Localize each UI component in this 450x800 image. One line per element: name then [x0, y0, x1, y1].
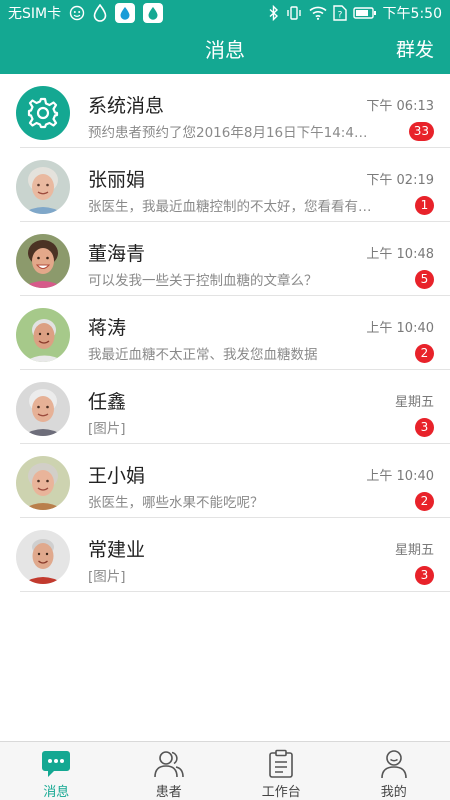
conversation-preview: 预约患者预约了您2016年8月16日下午14:45的挂号: [88, 125, 373, 141]
conversation-preview: 张医生，我最近血糖控制的不太好，您看看有什么办法: [88, 199, 373, 215]
clock: 下午5:50: [382, 6, 442, 22]
conversation-time: 星期五: [394, 543, 434, 558]
app-notification-icon: [143, 3, 164, 23]
gear-icon: [27, 97, 59, 129]
clipboard-icon: [267, 747, 295, 780]
conversation-row[interactable]: 蒋涛 我最近血糖不太正常、我发您血糖数据 上午 10:40 2: [0, 296, 450, 370]
conversation-name: 系统消息: [88, 95, 165, 117]
conversation-list: 系统消息 预约患者预约了您2016年8月16日下午14:45的挂号 下午 06:…: [0, 74, 450, 592]
conversation-row[interactable]: 任鑫 [图片] 星期五 3: [0, 370, 450, 444]
no-sim-icon: ?: [332, 5, 347, 21]
tab-label: 患者: [155, 785, 182, 800]
chat-bubble-icon: [40, 747, 72, 780]
conversation-name: 张丽娟: [88, 169, 146, 191]
tab-workbench[interactable]: 工作台: [225, 742, 338, 800]
unread-badge: 3: [415, 566, 434, 585]
wifi-icon: [309, 6, 327, 20]
conversation-preview: 我最近血糖不太正常、我发您血糖数据: [88, 347, 318, 363]
broadcast-button[interactable]: 群发: [396, 26, 434, 74]
tab-patients[interactable]: 患者: [113, 742, 226, 800]
avatar: [16, 160, 70, 214]
bottom-tab-bar: 消息 患者 工作台 我的: [0, 741, 450, 800]
conversation-name: 任鑫: [88, 391, 127, 413]
avatar: [16, 382, 70, 436]
conversation-time: 上午 10:48: [366, 247, 434, 262]
page-title: 消息: [205, 38, 245, 62]
patients-icon: [153, 747, 185, 780]
unread-badge: 2: [415, 344, 434, 363]
conversation-row[interactable]: 王小娟 张医生，哪些水果不能吃呢？ 上午 10:40 2: [0, 444, 450, 518]
conversation-time: 星期五: [394, 395, 434, 410]
battery-icon: [352, 7, 377, 19]
conversation-preview: [图片]: [88, 569, 126, 585]
conversation-row-system[interactable]: 系统消息 预约患者预约了您2016年8月16日下午14:45的挂号 下午 06:…: [0, 74, 450, 148]
tab-label: 我的: [380, 785, 407, 800]
conversation-name: 常建业: [88, 539, 146, 561]
drop-icon: [93, 4, 107, 22]
tab-messages[interactable]: 消息: [0, 742, 113, 800]
conversation-preview: [图片]: [88, 421, 126, 437]
bluetooth-icon: [269, 5, 279, 21]
conversation-time: 上午 10:40: [366, 469, 434, 484]
status-bar: 无SIM卡 ? 下午5:50: [0, 0, 450, 26]
conversation-preview: 可以发我一些关于控制血糖的文章么？: [88, 273, 318, 289]
avatar: [16, 456, 70, 510]
conversation-row[interactable]: 董海青 可以发我一些关于控制血糖的文章么？ 上午 10:48 5: [0, 222, 450, 296]
tab-profile[interactable]: 我的: [338, 742, 450, 800]
unread-badge: 2: [415, 492, 434, 511]
app-bar: 消息 群发: [0, 26, 450, 74]
face-icon: [69, 5, 85, 21]
unread-badge: 33: [408, 122, 434, 141]
svg-text:?: ?: [337, 11, 342, 21]
conversation-time: 下午 02:19: [366, 173, 434, 188]
carrier-label: 无SIM卡: [8, 6, 62, 22]
unread-badge: 3: [415, 418, 434, 437]
tab-label: 工作台: [261, 785, 301, 800]
avatar: [16, 530, 70, 584]
conversation-name: 王小娟: [88, 465, 146, 487]
conversation-row[interactable]: 常建业 [图片] 星期五 3: [0, 518, 450, 592]
unread-badge: 1: [415, 196, 434, 215]
profile-icon: [379, 747, 409, 780]
unread-badge: 5: [415, 270, 434, 289]
conversation-preview: 张医生，哪些水果不能吃呢？: [88, 495, 264, 511]
conversation-name: 董海青: [88, 243, 146, 265]
avatar: [16, 234, 70, 288]
conversation-time: 上午 10:40: [366, 321, 434, 336]
avatar: [16, 308, 70, 362]
conversation-time: 下午 06:13: [366, 99, 434, 114]
conversation-row[interactable]: 张丽娟 张医生，我最近血糖控制的不太好，您看看有什么办法 下午 02:19 1: [0, 148, 450, 222]
system-avatar: [16, 86, 70, 140]
vibrate-icon: [285, 5, 303, 21]
tab-label: 消息: [43, 785, 70, 800]
conversation-name: 蒋涛: [88, 317, 127, 339]
app-notification-icon: [115, 3, 136, 23]
